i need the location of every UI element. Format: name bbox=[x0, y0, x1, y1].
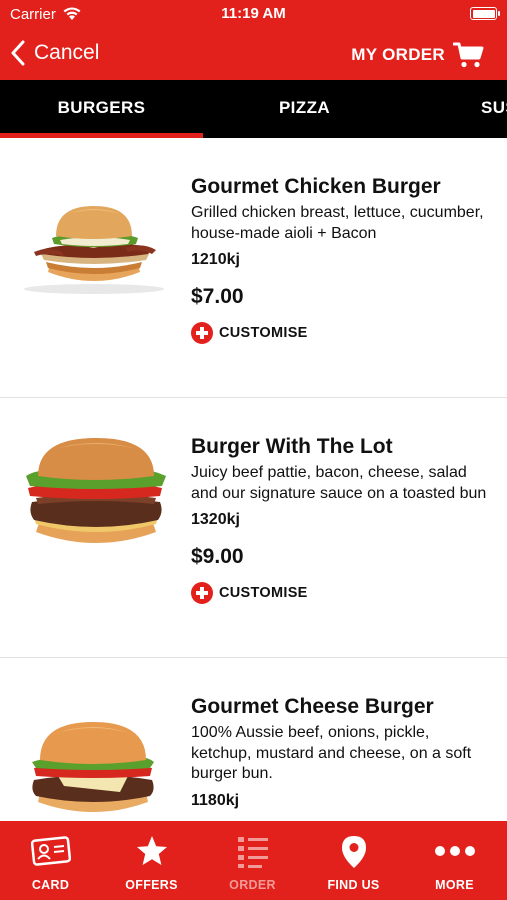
bottom-tab-label: MORE bbox=[435, 878, 474, 892]
star-icon bbox=[136, 836, 167, 865]
bottom-tab-more[interactable]: MORE bbox=[404, 821, 505, 900]
battery-icon bbox=[470, 7, 500, 20]
bottom-tab-bar: CARD OFFERS ORDER FIND US MORE bbox=[0, 821, 507, 900]
product-info: Burger With The Lot Juicy beef pattie, b… bbox=[191, 434, 491, 604]
customise-label: CUSTOMISE bbox=[219, 325, 308, 341]
product-description: Juicy beef pattie, bacon, cheese, salad … bbox=[191, 464, 487, 502]
product-name: Burger With The Lot bbox=[191, 435, 393, 458]
cancel-button[interactable]: Cancel bbox=[10, 38, 99, 68]
product-name: Gourmet Chicken Burger bbox=[191, 175, 441, 198]
plus-circle-icon bbox=[191, 582, 213, 604]
bottom-tab-offers[interactable]: OFFERS bbox=[101, 821, 202, 900]
product-price: $9.00 bbox=[191, 545, 244, 568]
bottom-tab-label: CARD bbox=[31, 878, 70, 892]
product-item[interactable]: Gourmet Cheese Burger 100% Aussie beef, … bbox=[0, 658, 507, 821]
product-price: $7.00 bbox=[191, 285, 244, 308]
cheese-burger-image bbox=[32, 722, 154, 812]
customise-button[interactable]: CUSTOMISE bbox=[191, 322, 491, 344]
cancel-label: Cancel bbox=[34, 41, 100, 64]
card-icon bbox=[30, 836, 71, 866]
product-info: Gourmet Chicken Burger Grilled chicken b… bbox=[191, 174, 491, 344]
customise-button[interactable]: CUSTOMISE bbox=[191, 582, 491, 604]
status-bar: Carrier 11:19 AM bbox=[0, 0, 507, 28]
my-order-button[interactable]: MY ORDER bbox=[351, 40, 485, 70]
cart-icon bbox=[453, 42, 484, 68]
clock: 11:19 AM bbox=[221, 5, 286, 22]
bottom-tab-card[interactable]: CARD bbox=[0, 821, 101, 900]
bottom-tab-label: OFFERS bbox=[125, 878, 178, 892]
product-energy: 1320kj bbox=[191, 511, 240, 528]
category-tabs: BURGERS PIZZA SUSHI bbox=[0, 80, 507, 138]
my-order-label: MY ORDER bbox=[351, 45, 445, 64]
bottom-tab-label: ORDER bbox=[229, 878, 276, 892]
location-pin-icon bbox=[341, 836, 366, 868]
header: Carrier 11:19 AM Cancel MY ORDER bbox=[0, 0, 507, 80]
customise-label: CUSTOMISE bbox=[219, 585, 308, 601]
order-list-icon bbox=[237, 837, 268, 868]
tab-sushi[interactable]: SUSHI bbox=[481, 80, 507, 138]
bottom-tab-order[interactable]: ORDER bbox=[202, 821, 303, 900]
product-item[interactable]: Gourmet Chicken Burger Grilled chicken b… bbox=[0, 138, 507, 398]
product-info: Gourmet Cheese Burger 100% Aussie beef, … bbox=[191, 694, 491, 811]
chevron-left-icon bbox=[11, 40, 25, 66]
bottom-tab-label: FIND US bbox=[327, 878, 380, 892]
product-description: Grilled chicken breast, lettuce, cucumbe… bbox=[191, 204, 484, 242]
tab-burgers[interactable]: BURGERS bbox=[0, 80, 203, 138]
product-name: Gourmet Cheese Burger bbox=[191, 695, 434, 718]
plus-circle-icon bbox=[191, 322, 213, 344]
chicken-burger-image bbox=[24, 206, 164, 294]
more-dots-icon bbox=[434, 846, 475, 856]
product-item[interactable]: Burger With The Lot Juicy beef pattie, b… bbox=[0, 398, 507, 658]
nav-bar: Cancel MY ORDER bbox=[0, 28, 507, 80]
product-description: 100% Aussie beef, onions, pickle, ketchu… bbox=[191, 724, 472, 782]
product-list: Gourmet Chicken Burger Grilled chicken b… bbox=[0, 138, 507, 821]
bottom-tab-find-us[interactable]: FIND US bbox=[303, 821, 404, 900]
product-energy: 1180kj bbox=[191, 791, 240, 809]
product-energy: 1210kj bbox=[191, 251, 240, 268]
tab-pizza[interactable]: PIZZA bbox=[203, 80, 406, 138]
burger-with-the-lot-image bbox=[26, 438, 166, 543]
